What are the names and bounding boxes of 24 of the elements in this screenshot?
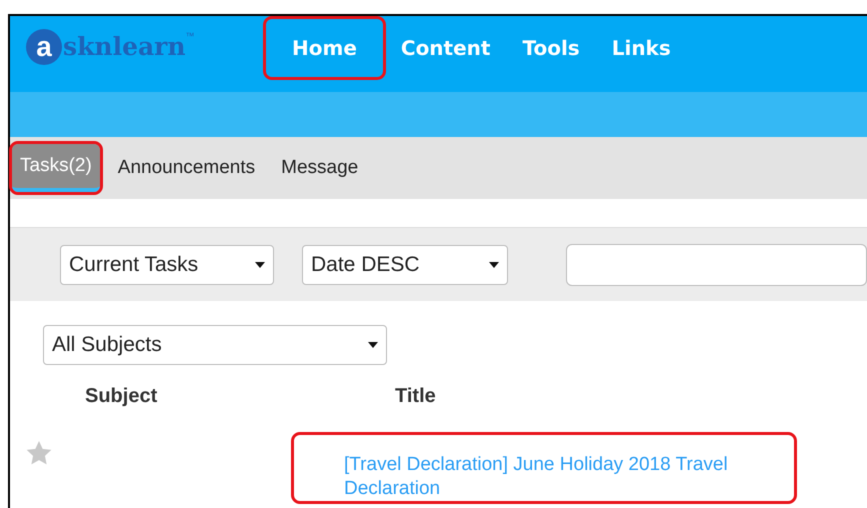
search-field[interactable] xyxy=(566,244,867,286)
column-header: Title xyxy=(395,384,436,409)
trademark-mark: ™ xyxy=(186,30,195,44)
dropdown[interactable]: Date DESC xyxy=(302,244,508,284)
task-title-link[interactable]: [Travel Declaration] June Holiday 2018 Travel Declaration xyxy=(294,435,794,501)
tab[interactable]: Message xyxy=(273,146,366,190)
dropdown-value: All Subjects xyxy=(52,332,162,358)
caret-icon xyxy=(255,262,265,268)
star-icon[interactable] xyxy=(26,441,52,465)
column-header: Subject xyxy=(85,384,158,409)
dropdown[interactable]: Current Tasks xyxy=(60,244,274,284)
nav-link[interactable]: Home xyxy=(266,19,383,77)
logo-initial: a xyxy=(26,29,62,65)
caret-icon xyxy=(489,262,499,268)
tab[interactable]: Tasks(2) xyxy=(12,144,100,192)
caret-icon xyxy=(368,342,378,348)
dropdown[interactable]: All Subjects xyxy=(43,325,387,365)
tab[interactable]: Announcements xyxy=(110,146,264,190)
dropdown-value: Current Tasks xyxy=(69,252,198,278)
nav-link[interactable]: Content xyxy=(386,25,504,71)
logo-text: sknlearn xyxy=(63,31,186,64)
dropdown-value: Date DESC xyxy=(311,252,420,278)
nav-link[interactable]: Links xyxy=(598,25,685,71)
nav-link[interactable]: Tools xyxy=(508,25,594,71)
